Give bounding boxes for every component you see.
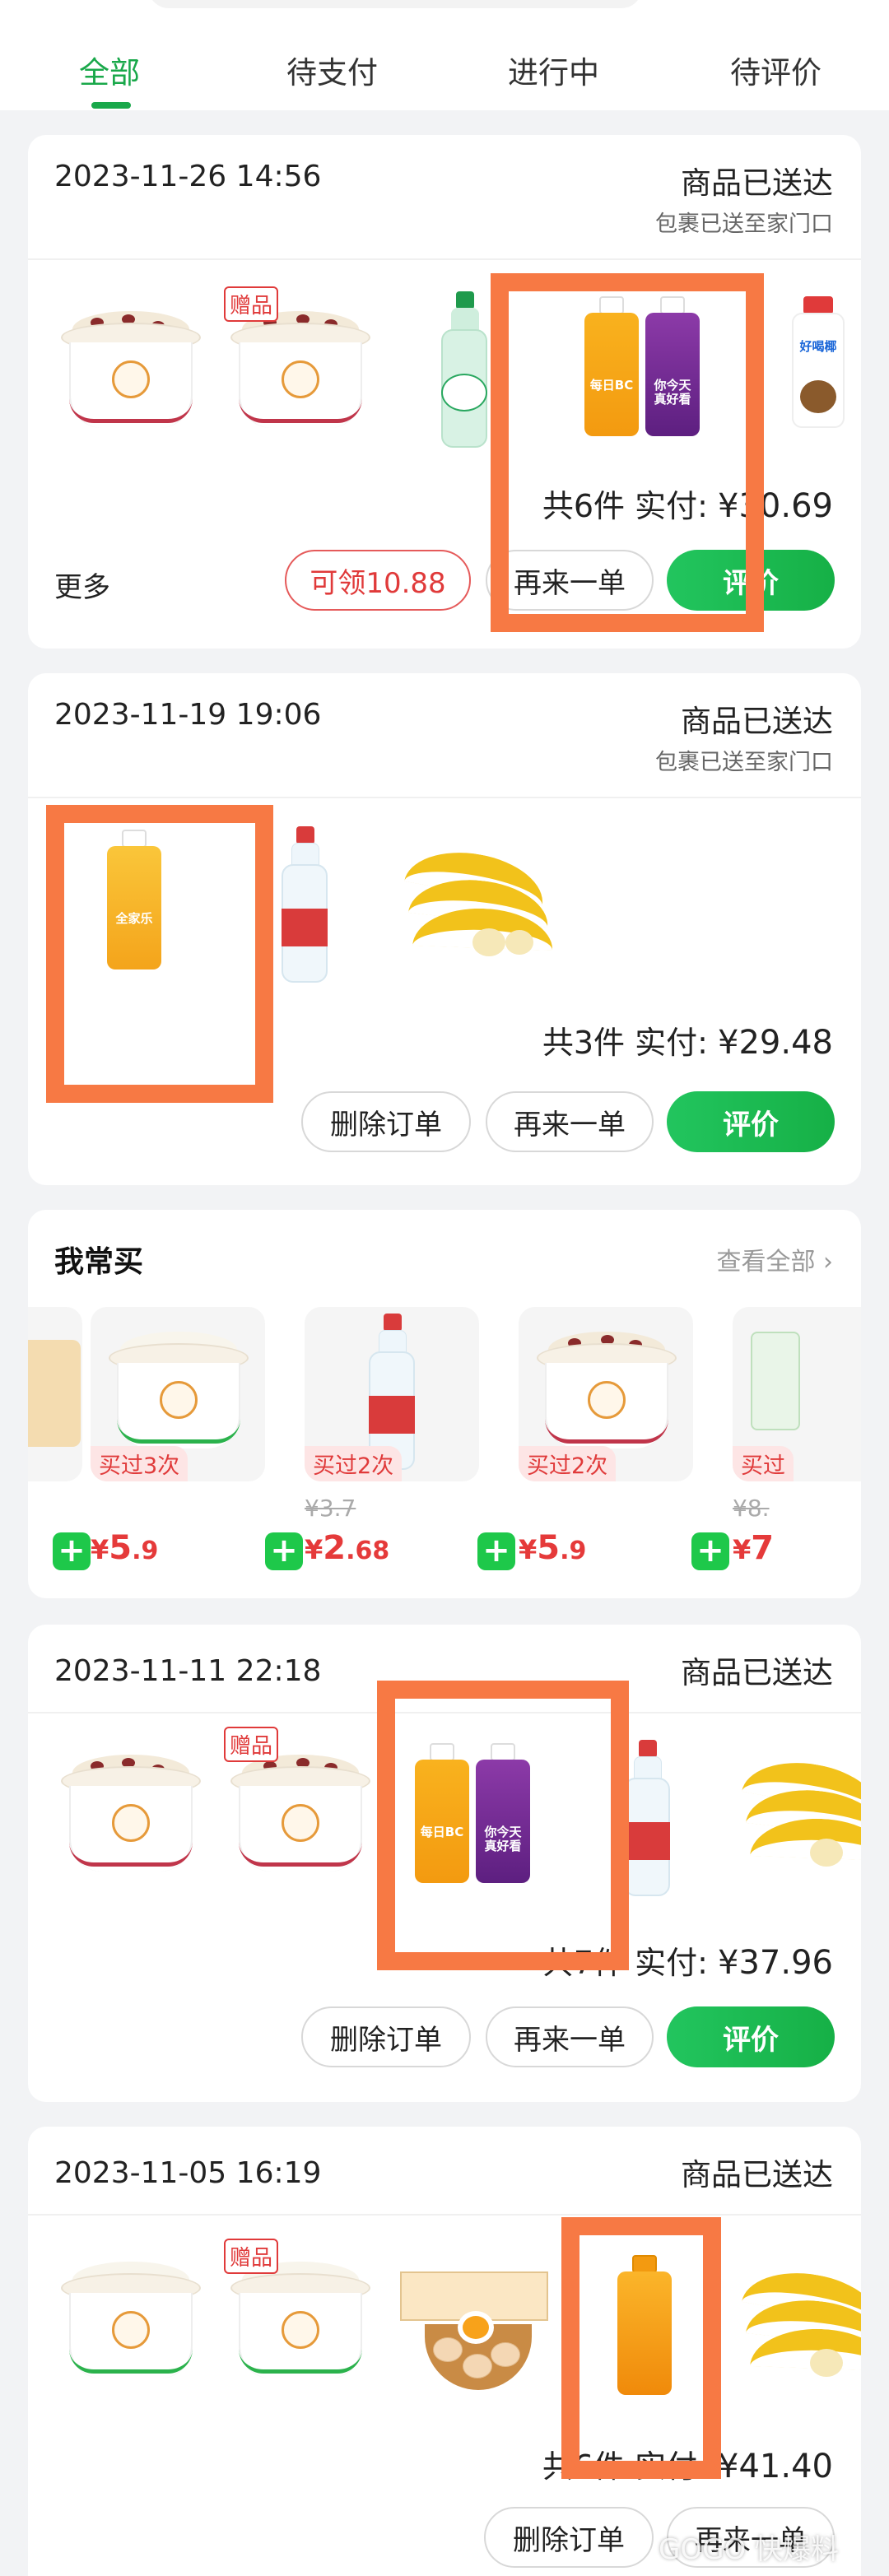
order-tabs-bar: 全部 待支付 进行中 待评价 [0, 0, 889, 110]
product-image-eggs[interactable] [400, 2271, 548, 2395]
product-image-yogurt-bean[interactable] [61, 1751, 201, 1875]
original-price: ¥3.7 [305, 1495, 356, 1522]
original-price: ¥8. [733, 1495, 770, 1522]
item-price: ¥5.9 [91, 1529, 159, 1567]
product-image-water-bottle[interactable] [278, 826, 331, 983]
product-image-water-bottle[interactable] [621, 1740, 673, 1896]
frequent-item-tile[interactable] [28, 1307, 82, 1481]
product-image-banana[interactable] [736, 1748, 861, 1872]
add-to-cart-button[interactable]: + [53, 1532, 91, 1570]
review-button[interactable]: 评价 [667, 550, 835, 611]
item-price: ¥5.9 [519, 1529, 587, 1567]
bought-count-badge: 买过2次 [519, 1446, 617, 1481]
reorder-button[interactable]: 再来一单 [486, 2006, 654, 2067]
tab-pending-payment[interactable]: 待支付 [286, 48, 378, 92]
review-button[interactable]: 评价 [667, 1091, 835, 1152]
order-sub-status: 包裹已送至家门口 [655, 212, 833, 237]
gift-badge: 赠品 [224, 2239, 279, 2274]
tab-in-progress[interactable]: 进行中 [508, 48, 599, 92]
product-image-banana[interactable] [736, 2258, 861, 2382]
frequent-item-tile[interactable]: 买过 [733, 1307, 861, 1481]
order-status: 商品已送达 [681, 704, 833, 739]
frequent-item-tile[interactable]: 买过2次 [305, 1307, 479, 1481]
product-image-grape-juice[interactable]: 你今天真好看 [645, 296, 700, 436]
frequent-buy-title: 我常买 [54, 1245, 144, 1279]
gift-badge: 赠品 [224, 286, 279, 322]
product-image-yogurt [109, 1328, 249, 1452]
reorder-button[interactable]: 再来一单 [486, 550, 654, 611]
reorder-button[interactable]: 再来一单 [486, 1091, 654, 1152]
tab-pending-review[interactable]: 待评价 [730, 48, 822, 92]
active-tab-indicator [91, 102, 131, 109]
bought-count-badge: 买过2次 [305, 1446, 403, 1481]
bought-count-badge: 买过 [733, 1446, 794, 1481]
search-bar-edge[interactable] [148, 0, 642, 8]
order-datetime: 2023-11-19 19:06 [54, 698, 322, 732]
product-image-orange-juice[interactable]: 每日BC [584, 296, 639, 436]
order-datetime: 2023-11-05 16:19 [54, 2156, 322, 2190]
add-to-cart-button[interactable]: + [691, 1532, 729, 1570]
order-summary: 共6件 实付: ¥41.40 [542, 2448, 833, 2485]
divider [28, 797, 861, 798]
order-datetime: 2023-11-26 14:56 [54, 160, 322, 193]
item-price: ¥7 [733, 1529, 775, 1567]
view-all-link[interactable]: 查看全部 › [716, 1241, 833, 1277]
order-sub-status: 包裹已送至家门口 [655, 750, 833, 775]
order-card[interactable]: 2023-11-19 19:06 商品已送达 包裹已送至家门口 全家乐 共3件 … [28, 673, 861, 1185]
frequent-item-tile[interactable]: 买过3次 [91, 1307, 265, 1481]
product-image-coconut-milk[interactable]: 好喝椰 [792, 296, 845, 428]
product-image-yogurt-bean [537, 1328, 677, 1452]
product-image-orange-juice-bottle[interactable] [617, 2255, 672, 2395]
order-summary: 共7件 实付: ¥37.96 [542, 1944, 833, 1982]
gift-badge: 赠品 [224, 1727, 279, 1762]
review-button[interactable]: 评价 [667, 2006, 835, 2067]
product-image-yogurt[interactable] [61, 2258, 201, 2382]
divider [28, 258, 861, 260]
product-image-family-juice[interactable]: 全家乐 [107, 830, 161, 969]
product-image-grape-juice[interactable]: 你今天真好看 [476, 1743, 530, 1883]
order-card[interactable]: 2023-11-05 16:19 商品已送达 赠品 共6件 实付: ¥41.40… [28, 2127, 861, 2576]
order-summary: 共3件 实付: ¥29.48 [542, 1024, 833, 1062]
divider [28, 2214, 861, 2216]
order-status: 商品已送达 [681, 165, 833, 201]
frequent-buy-section: 我常买 查看全部 › 买过3次 ¥5.9 + 买过2次 ¥3.7 ¥2.68 +… [28, 1210, 861, 1598]
item-price: ¥2.68 [305, 1529, 390, 1567]
watermark: GOGO 快爆料 [659, 2533, 840, 2566]
bought-count-badge: 买过3次 [91, 1446, 189, 1481]
product-image-yogurt[interactable] [230, 2258, 370, 2382]
product-image-yogurt-bean[interactable] [61, 308, 201, 431]
claim-coupon-button[interactable]: 可领10.88 [285, 550, 471, 611]
add-to-cart-button[interactable]: + [265, 1532, 303, 1570]
order-card[interactable]: 2023-11-26 14:56 商品已送达 包裹已送至家门口 赠品 每日BC … [28, 135, 861, 649]
order-summary: 共6件 实付: ¥30.69 [542, 487, 833, 525]
divider [28, 1712, 861, 1713]
add-to-cart-button[interactable]: + [477, 1532, 515, 1570]
product-image-yogurt-bean[interactable] [230, 1751, 370, 1875]
tab-all[interactable]: 全部 [79, 48, 140, 92]
more-link[interactable]: 更多 [54, 565, 110, 605]
frequent-item-tile[interactable]: 买过2次 [519, 1307, 693, 1481]
product-image-orange-juice[interactable]: 每日BC [415, 1743, 469, 1883]
delete-order-button[interactable]: 删除订单 [484, 2507, 654, 2568]
delete-order-button[interactable]: 删除订单 [301, 2006, 471, 2067]
product-image-banana[interactable] [398, 838, 555, 961]
delete-order-button[interactable]: 删除订单 [301, 1091, 471, 1152]
order-datetime: 2023-11-11 22:18 [54, 1654, 322, 1688]
order-card[interactable]: 2023-11-11 22:18 商品已送达 赠品 每日BC 你今天真好看 共7… [28, 1625, 861, 2102]
product-image-soda-water[interactable] [438, 291, 491, 448]
order-status: 商品已送达 [681, 2157, 833, 2192]
product-image-yogurt-bean[interactable] [230, 308, 370, 431]
order-status: 商品已送达 [681, 1655, 833, 1690]
